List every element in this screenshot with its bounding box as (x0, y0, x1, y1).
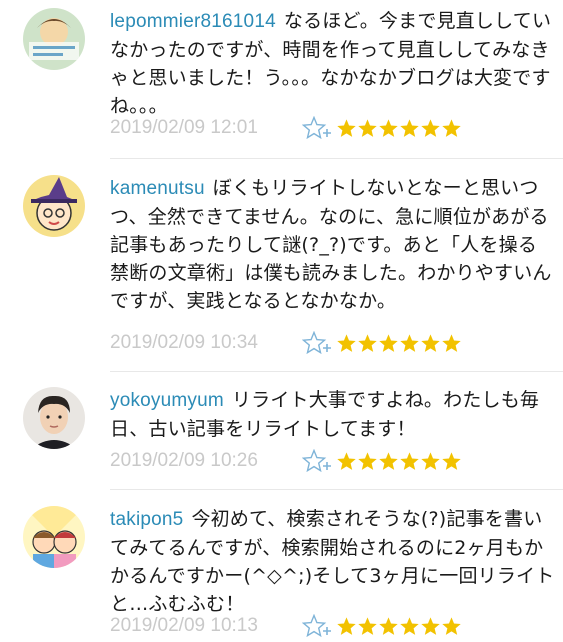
star-icon (379, 333, 398, 352)
comment-username[interactable]: lepommier8161014 (110, 11, 276, 32)
divider (110, 158, 563, 159)
star-icon (358, 118, 377, 137)
star-icon (379, 451, 398, 470)
star-list (336, 451, 462, 472)
add-star-icon[interactable] (301, 613, 332, 638)
star-icon (421, 451, 440, 470)
user-avatar[interactable] (23, 506, 85, 568)
add-star-icon[interactable] (301, 115, 332, 140)
star-icon (400, 451, 419, 470)
star-icon (358, 616, 377, 635)
comment-date: 2019/02/09 10:13 (110, 615, 258, 636)
star-icon (400, 118, 419, 137)
star-icon (379, 616, 398, 635)
user-avatar[interactable] (23, 8, 85, 70)
comment-meta: 2019/02/09 12:01 (110, 115, 462, 141)
comment-text: kamenutsu ぼくもリライトしないとなーと思いつつ、全然できてません。なのに… (110, 174, 555, 315)
star-icon (337, 333, 356, 352)
star-icon (421, 333, 440, 352)
comment-text: yokoyumyum リライト大事ですよね。わたしも毎日、古い記事をリライトしてま… (110, 386, 555, 443)
add-star-icon[interactable] (301, 330, 332, 355)
comment-meta: 2019/02/09 10:13 (110, 613, 462, 639)
star-icon (421, 616, 440, 635)
comment-date: 2019/02/09 12:01 (110, 117, 258, 138)
divider (110, 371, 563, 372)
star-icon (337, 451, 356, 470)
comment-username[interactable]: kamenutsu (110, 178, 205, 199)
star-icon (337, 616, 356, 635)
comment-username[interactable]: yokoyumyum (110, 390, 224, 411)
star-icon (442, 333, 461, 352)
illustrated-avatar-icon (23, 8, 85, 70)
star-icon (379, 118, 398, 137)
star-list (336, 118, 462, 139)
comment-username[interactable]: takipon5 (110, 509, 183, 530)
star-icon (442, 616, 461, 635)
comment-text: lepommier8161014 なるほど。今まで見直ししていなかったのですが、時… (110, 7, 555, 120)
divider (110, 489, 563, 490)
star-icon (337, 118, 356, 137)
star-icon (400, 333, 419, 352)
comment-text: takipon5 今初めて、検索されそうな(?)記事を書いてみてるんですが、検索開… (110, 505, 555, 618)
comment-date: 2019/02/09 10:26 (110, 450, 258, 471)
comment-date: 2019/02/09 10:34 (110, 332, 258, 353)
user-avatar[interactable] (23, 175, 85, 237)
star-icon (358, 333, 377, 352)
user-avatar[interactable] (23, 387, 85, 449)
cartoon-kids-avatar-icon (23, 506, 85, 568)
comment-meta: 2019/02/09 10:34 (110, 330, 462, 356)
star-icon (442, 118, 461, 137)
star-icon (400, 616, 419, 635)
star-icon (358, 451, 377, 470)
witch-hat-avatar-icon (23, 175, 85, 237)
add-star-icon[interactable] (301, 448, 332, 473)
star-icon (442, 451, 461, 470)
star-icon (421, 118, 440, 137)
comment-meta: 2019/02/09 10:26 (110, 448, 462, 474)
star-list (336, 616, 462, 637)
person-photo-avatar-icon (23, 387, 85, 449)
star-list (336, 333, 462, 354)
